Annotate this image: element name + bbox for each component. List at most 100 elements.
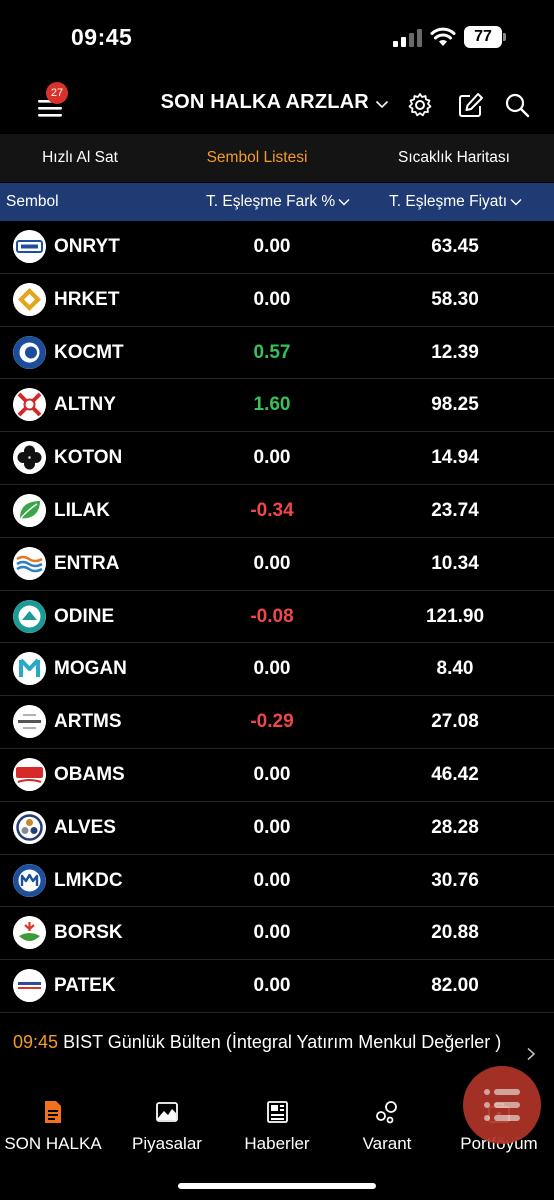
table-row[interactable]: ENTRA 0.00 10.34 <box>0 538 554 591</box>
nav-son-halka[interactable]: SON HALKA <box>0 1094 106 1164</box>
table-row[interactable]: ARTMS -0.29 27.08 <box>0 696 554 749</box>
tab-sembol-listesi[interactable]: Sembol Listesi <box>160 134 354 182</box>
row-symbol: ARTMS <box>54 711 122 733</box>
search-icon[interactable] <box>503 91 531 119</box>
row-fiyat: 8.40 <box>436 658 474 680</box>
entra-logo-icon <box>13 546 46 580</box>
row-symbol: ONRYT <box>54 236 120 257</box>
row-symbol: ALVES <box>54 816 116 838</box>
row-fiyat: 46.42 <box>431 763 479 785</box>
edit-icon[interactable] <box>457 91 485 119</box>
row-fark: -0.08 <box>250 605 294 627</box>
row-symbol: MOGAN <box>54 658 127 680</box>
chevron-right-icon[interactable] <box>526 1047 536 1061</box>
table-header: Sembol T. Eşleşme Fark % T. Eşleşme Fiya… <box>0 183 554 221</box>
nav-label: Haberler <box>244 1134 310 1153</box>
table-row[interactable]: LMKDC 0.00 30.76 <box>0 855 554 908</box>
nav-label: SON HALKA <box>4 1134 102 1153</box>
row-fark: 0.00 <box>253 288 291 310</box>
lilak-logo-icon <box>13 493 46 527</box>
table-row[interactable]: ODINE -0.08 121.90 <box>0 591 554 644</box>
status-bar: 09:45 77 <box>0 0 554 76</box>
row-symbol: KOCMT <box>54 341 124 363</box>
row-symbol: ALTNY <box>54 394 116 416</box>
row-fark: 0.57 <box>253 341 291 363</box>
odine-logo-icon <box>13 599 46 633</box>
column-header-symbol[interactable]: Sembol <box>6 183 59 221</box>
row-fiyat: 30.76 <box>431 869 479 891</box>
row-symbol: KOTON <box>54 447 123 469</box>
row-fark: 0.00 <box>253 658 291 680</box>
row-fiyat: 20.88 <box>431 922 479 944</box>
row-symbol: ODINE <box>54 605 115 627</box>
table-row[interactable]: LILAK -0.34 23.74 <box>0 485 554 538</box>
row-fark: 1.60 <box>253 394 291 416</box>
tab-sicaklik-haritasi[interactable]: Sıcaklık Haritası <box>354 134 554 182</box>
signal-icon <box>393 29 422 47</box>
document-icon <box>45 1101 61 1123</box>
row-fiyat: 28.28 <box>431 816 479 838</box>
koton-logo-icon <box>13 441 46 475</box>
page-title: SON HALKA ARZLAR <box>160 91 369 113</box>
nav-label: Piyasalar <box>132 1134 202 1153</box>
battery-icon: 77 <box>464 26 506 48</box>
table-row[interactable]: ONRYT 0.00 63.45 <box>0 221 554 274</box>
row-fark: 0.00 <box>253 552 291 574</box>
list-icon <box>484 1089 520 1121</box>
column-header-fark[interactable]: T. Eşleşme Fark % <box>206 183 350 221</box>
status-time: 09:45 <box>71 24 133 50</box>
row-fiyat: 63.45 <box>431 236 479 257</box>
chevron-down-icon <box>510 198 522 206</box>
table-row[interactable]: KOTON 0.00 14.94 <box>0 432 554 485</box>
table-row[interactable]: PATEK 0.00 82.00 <box>0 960 554 1013</box>
artms-logo-icon <box>13 705 46 739</box>
alves-logo-icon <box>13 810 46 844</box>
tab-hizli-al-sat[interactable]: Hızlı Al Sat <box>0 134 160 182</box>
news-text: BIST Günlük Bülten (İntegral Yatırım Men… <box>63 1032 502 1052</box>
row-fark: 0.00 <box>253 447 291 469</box>
table-row[interactable]: BORSK 0.00 20.88 <box>0 907 554 961</box>
battery-level: 77 <box>464 26 502 48</box>
row-fiyat: 98.25 <box>431 394 479 416</box>
row-fiyat: 121.90 <box>425 605 485 627</box>
lmkdc-logo-icon <box>13 863 46 897</box>
row-fiyat: 58.30 <box>431 288 479 310</box>
row-fiyat: 23.74 <box>431 499 479 521</box>
row-fiyat: 10.34 <box>431 552 479 574</box>
tab-bar: Hızlı Al Sat Sembol Listesi Sıcaklık Har… <box>0 134 554 182</box>
symbol-list: ONRYT 0.00 63.45 HRKET 0.00 58.30 KOCMT … <box>0 221 554 1013</box>
row-symbol: ENTRA <box>54 552 120 574</box>
news-ticker[interactable]: 09:45 BIST Günlük Bülten (İntegral Yatır… <box>13 1030 513 1054</box>
table-row[interactable]: ALTNY 1.60 98.25 <box>0 379 554 433</box>
chart-icon <box>156 1102 178 1122</box>
row-symbol: BORSK <box>54 922 123 944</box>
home-indicator[interactable] <box>178 1183 376 1189</box>
table-row[interactable]: HRKET 0.00 58.30 <box>0 274 554 327</box>
column-header-fiyat[interactable]: T. Eşleşme Fiyatı <box>389 183 522 221</box>
table-row[interactable]: OBAMS 0.00 46.42 <box>0 749 554 802</box>
battery-tip <box>503 33 506 41</box>
bubbles-icon <box>376 1101 397 1124</box>
table-row[interactable]: MOGAN 0.00 8.40 <box>0 643 554 697</box>
nav-varant[interactable]: Varant <box>332 1094 442 1164</box>
borsk-logo-icon <box>13 916 46 950</box>
hrket-logo-icon <box>13 282 46 316</box>
row-symbol: HRKET <box>54 288 120 310</box>
nav-label: Varant <box>362 1134 412 1153</box>
obams-logo-icon <box>13 757 46 791</box>
chevron-down-icon <box>338 198 350 206</box>
table-row[interactable]: KOCMT 0.57 12.39 <box>0 327 554 380</box>
row-symbol: OBAMS <box>54 763 125 785</box>
row-fiyat: 27.08 <box>431 711 479 733</box>
gear-icon[interactable] <box>406 91 434 119</box>
row-fiyat: 82.00 <box>431 975 479 997</box>
nav-haberler[interactable]: Haberler <box>222 1094 332 1164</box>
mogan-logo-icon <box>13 652 46 686</box>
kocmt-logo-icon <box>13 335 46 369</box>
row-fark: 0.00 <box>253 975 291 997</box>
table-row[interactable]: ALVES 0.00 28.28 <box>0 802 554 855</box>
row-symbol: LMKDC <box>54 869 123 891</box>
floating-menu-button[interactable] <box>463 1066 541 1144</box>
nav-piyasalar[interactable]: Piyasalar <box>112 1094 222 1164</box>
news-time: 09:45 <box>13 1032 59 1052</box>
